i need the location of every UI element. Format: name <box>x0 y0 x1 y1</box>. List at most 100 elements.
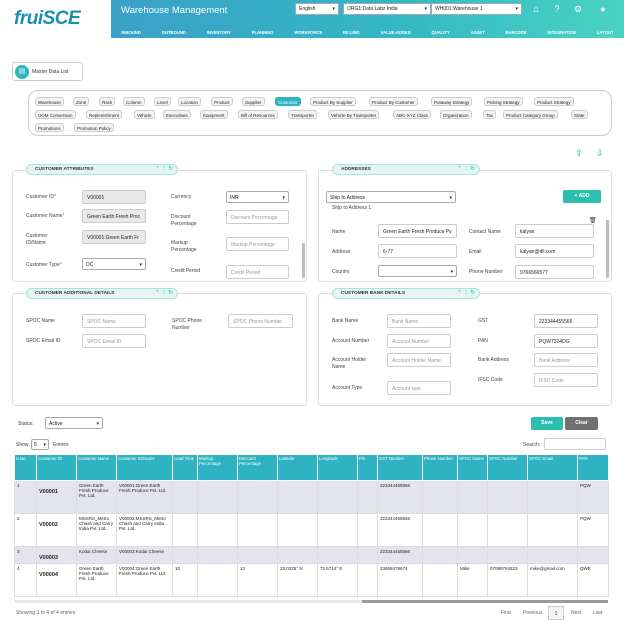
nav-billing[interactable]: BILLING <box>343 30 360 35</box>
bank-address-input[interactable]: Bank Address <box>534 353 598 367</box>
col-lead-time[interactable]: Lead Time <box>172 454 198 481</box>
nav-value-added[interactable]: VALUE-ADDED <box>381 30 411 35</box>
gst-input[interactable]: 223344455566 <box>534 314 598 328</box>
delete-icon[interactable]: 🗑 <box>589 217 597 224</box>
last-page-link[interactable]: Last <box>593 610 602 616</box>
collapse-icon[interactable]: ⌃ ⋮ ↻ <box>155 290 173 296</box>
collapse-icon[interactable]: ⌃ ⋮ ↻ <box>457 290 475 296</box>
col-markup[interactable]: Markup Percentage <box>197 454 238 481</box>
tab-state[interactable]: State <box>571 110 588 119</box>
phone-input[interactable]: 9766566577 <box>515 265 594 279</box>
bank-name-input[interactable]: Bank Name <box>387 314 451 328</box>
markup-input[interactable]: Markup Percentage <box>226 237 289 251</box>
customer-name-field[interactable]: Green Earth Fresh Proc <box>82 209 146 223</box>
nav-barcode[interactable]: BARCODE <box>505 30 526 35</box>
upload-icon[interactable]: ⇧ <box>575 148 583 159</box>
currency-select[interactable]: INR ▾ <box>226 191 289 203</box>
tab-promotions[interactable]: Promotions <box>35 123 64 132</box>
col-customer-name[interactable]: Customer Name <box>76 454 117 481</box>
tab-vehicle[interactable]: Vehicle <box>134 110 155 119</box>
user-icon[interactable]: ● <box>597 3 609 15</box>
tab-product-by-customer[interactable]: Product By Customer <box>369 97 418 106</box>
tab-replenishment[interactable]: Replenishment <box>86 110 123 119</box>
tab-tax[interactable]: Tax <box>483 110 497 119</box>
col-pin[interactable]: Pin <box>357 454 378 481</box>
tab-uom-conversion[interactable]: UOM Conversion <box>35 110 76 119</box>
nav-workforce[interactable]: WORKFORCE <box>294 30 322 35</box>
clear-button[interactable]: Clear <box>565 417 598 430</box>
address-input[interactable]: 6-77 <box>378 244 457 258</box>
home-icon[interactable]: ⌂ <box>530 3 542 15</box>
help-icon[interactable]: ? <box>551 3 563 15</box>
org-select[interactable]: ORG1:Data Labz India ▾ <box>343 3 431 15</box>
tab-supplier[interactable]: Supplier <box>242 97 265 106</box>
spoc-phone-input[interactable]: SPOC Phone Number <box>228 314 293 328</box>
entries-select[interactable]: 5 ▾ <box>31 439 49 450</box>
nav-quality[interactable]: QUALITY <box>432 30 450 35</box>
customer-type-select[interactable]: DC ▾ <box>82 258 146 270</box>
tab-equipment[interactable]: Equipment <box>200 110 228 119</box>
previous-page-link[interactable]: Previous <box>523 610 542 616</box>
account-type-input[interactable]: Account type <box>387 381 451 395</box>
status-select[interactable]: Active ▾ <box>45 417 103 429</box>
spoc-name-input[interactable]: SPOC Name <box>82 314 146 328</box>
tab-customer[interactable]: Customer <box>275 97 301 106</box>
tab-column[interactable]: Column <box>123 97 145 106</box>
col-discount[interactable]: Discount Percentage <box>237 454 278 481</box>
customer-idname-field[interactable]: V00001:Green Earth Fr <box>82 230 146 244</box>
language-select[interactable]: English ▾ <box>295 3 339 15</box>
contact-name-input[interactable]: kalyan <box>515 224 594 238</box>
nav-inbound[interactable]: INBOUND <box>121 30 141 35</box>
tab-organization[interactable]: Organization <box>440 110 472 119</box>
email-input[interactable]: kalyan@dll.com <box>515 244 594 258</box>
table-row[interactable]: 1 V00001 Green Earth Fresh Produce Pvt. … <box>14 480 609 514</box>
discount-input[interactable]: Discount Percentage <box>226 210 289 224</box>
table-hscroll-thumb[interactable] <box>362 600 608 603</box>
warehouse-select[interactable]: WH001:Warehouse 1 ▾ <box>431 3 522 15</box>
col-pan[interactable]: PAN <box>577 454 609 481</box>
ifsc-input[interactable]: IFSC Code <box>534 373 598 387</box>
nav-layout[interactable]: LAYOUT <box>597 30 614 35</box>
master-data-list-button[interactable]: ▤ Master Data List <box>12 62 83 81</box>
tab-picking-strategy[interactable]: Picking Strategy <box>484 97 523 106</box>
tab-promotion-policy[interactable]: Promotion Policy <box>74 123 114 132</box>
tab-putaway-strategy[interactable]: Putaway Strategy <box>431 97 473 106</box>
add-address-button[interactable]: + ADD <box>563 190 601 203</box>
addresses-scrollbar[interactable] <box>606 220 609 278</box>
download-icon[interactable]: ⇩ <box>596 148 604 159</box>
tab-bill-of-resources[interactable]: Bill of Resources <box>238 110 278 119</box>
tab-vehicle-by-transporter[interactable]: Vehicle By Transporter <box>328 110 380 119</box>
table-row[interactable]: 2 V00002 MSSRS_Metro Chash and Carry Ind… <box>14 513 609 547</box>
page-1-button[interactable]: 1 <box>548 606 564 620</box>
col-phone[interactable]: Phone Number <box>422 454 458 481</box>
table-hscroll-track[interactable] <box>14 600 608 603</box>
first-page-link[interactable]: First <box>501 610 511 616</box>
attributes-scrollbar[interactable] <box>302 243 305 278</box>
tab-transporter[interactable]: Transporter <box>288 110 318 119</box>
tab-executives[interactable]: Executives <box>163 110 191 119</box>
country-select[interactable]: ▾ <box>378 265 457 277</box>
next-page-link[interactable]: Next <box>571 610 581 616</box>
collapse-icon[interactable]: ⌃ ⋮ ↻ <box>155 166 173 172</box>
account-holder-input[interactable]: Account Holder Name <box>387 353 451 367</box>
table-row[interactable]: 4 V00004 Green Earth Fresh Produce Pvt. … <box>14 563 609 597</box>
nav-planning[interactable]: PLANNING <box>252 30 274 35</box>
pan-input[interactable]: PQW7324DG <box>534 334 598 348</box>
col-gst[interactable]: GST Number <box>377 454 423 481</box>
tab-location[interactable]: Location <box>178 97 202 106</box>
apps-icon[interactable]: ⚙ <box>572 3 584 15</box>
tab-warehouse[interactable]: Warehouse <box>35 97 64 106</box>
nav-inventory[interactable]: INVENTORY <box>207 30 231 35</box>
tab-rack[interactable]: Rack <box>99 97 116 106</box>
customer-id-field[interactable]: V00001 <box>82 190 146 204</box>
tab-product-by-supplier[interactable]: Product By Supplier <box>310 97 356 106</box>
search-input[interactable] <box>544 438 606 450</box>
col-spoc-number[interactable]: SPOC Number <box>487 454 528 481</box>
tab-level[interactable]: Level <box>154 97 171 106</box>
credit-period-input[interactable]: Credit Period <box>226 265 289 279</box>
tab-abc-xyz-class[interactable]: ABC-XYZ Class <box>393 110 432 119</box>
col-longitude[interactable]: Longitude <box>317 454 358 481</box>
ship-to-select[interactable]: Ship to Address ▾ <box>326 191 456 203</box>
save-button[interactable]: Save <box>531 417 563 430</box>
col-customer-idname[interactable]: Customer ID/Name <box>116 454 173 481</box>
